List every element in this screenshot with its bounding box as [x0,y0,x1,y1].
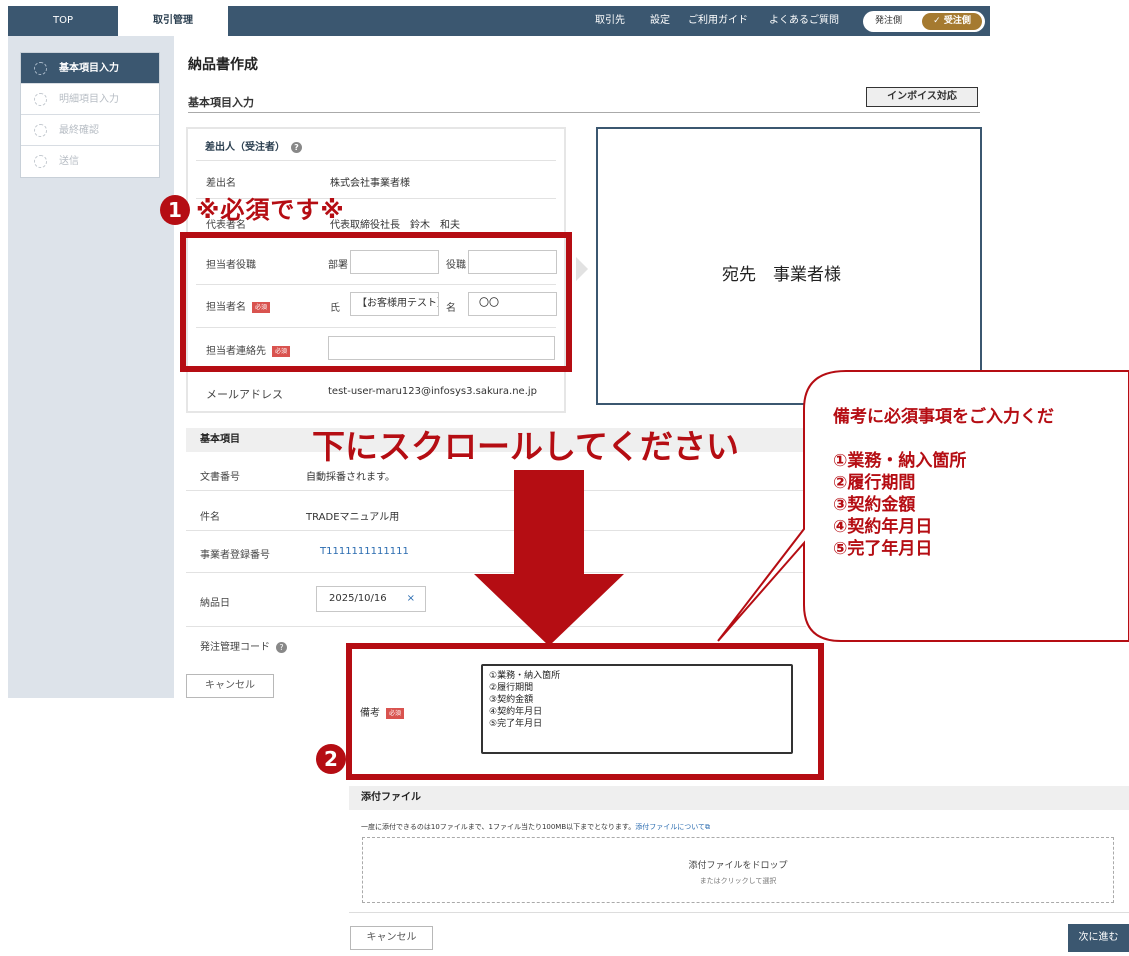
email-label: メールアドレス [206,388,283,401]
attachments-note: 一度に添付できるのは10ファイルまで、1ファイル当たり100MB以下までとなりま… [361,823,711,831]
delivery-date-label: 納品日 [200,598,230,609]
remarks-highlight [346,643,824,780]
section-divider [188,112,980,113]
external-link-icon: ⧉ [705,823,711,831]
dropzone-main-text: 添付ファイルをドロップ [688,861,788,871]
sender-heading: 差出人（受注者）? [205,138,302,153]
toggle-supplier[interactable]: ✓ 受注側 [922,13,982,30]
help-icon[interactable]: ? [276,641,287,653]
dropzone-sub-text: またはクリックして選択 [699,877,777,885]
callout-title: 備考に必須事項をご入力くだ [833,407,1054,427]
file-dropzone[interactable]: 添付ファイルをドロップ またはクリックして選択 [362,837,1114,903]
toggle-orderer[interactable]: 発注側 [875,11,902,32]
callout-item: ②履行期間 [833,473,916,493]
divider [349,912,1129,913]
invoice-badge: インボイス対応 [866,87,978,107]
required-note: ※必須です※ [196,196,345,224]
callout-item: ③契約金額 [833,495,916,515]
step-send: 送信 [21,146,159,177]
cancel-button-lower[interactable]: キャンセル [350,926,433,950]
scroll-note: 下にスクロールしてください [312,427,740,466]
step-list: 基本項目入力 明細項目入力 最終確認 送信 [20,52,160,178]
callout-item: ⑤完了年月日 [833,539,933,559]
doc-number-label: 文書番号 [200,472,240,483]
role-toggle[interactable]: 発注側 ✓ 受注側 [863,11,985,32]
required-fields-highlight [180,232,572,372]
nav-link-faq[interactable]: よくあるご質問 [769,6,839,36]
top-nav: TOP 取引管理 取引先 設定 ご利用ガイド よくあるご質問 発注側 ✓ 受注側 [8,6,990,36]
step-circle-icon [34,62,47,75]
recipient-text: 宛先 事業者様 [722,265,841,285]
cancel-button[interactable]: キャンセル [186,674,274,698]
page-title: 納品書作成 [188,57,258,73]
step-basic[interactable]: 基本項目入力 [21,53,159,84]
tab-transactions[interactable]: 取引管理 [118,6,228,36]
check-icon: ✓ [933,16,941,26]
divider [196,160,556,161]
delivery-date-input[interactable]: 2025/10/16 × [316,586,426,612]
next-button[interactable]: 次に進む [1068,924,1129,952]
registration-label: 事業者登録番号 [200,550,270,561]
subject-value: TRADEマニュアル用 [306,512,400,523]
nav-link-guide[interactable]: ご利用ガイド [688,6,748,36]
subject-label: 件名 [200,512,220,523]
attachments-help-link[interactable]: 添付ファイルについて⧉ [635,823,710,831]
down-arrow-icon [474,470,624,646]
step-circle-icon [34,155,47,168]
sender-name-label: 差出名 [206,178,236,189]
step-number-1: 1 [160,195,190,225]
nav-link-settings[interactable]: 設定 [650,6,670,36]
rep-value: 代表取締役社長 鈴木 和夫 [330,220,460,231]
step-circle-icon [34,93,47,106]
callout-text: 備考に必須事項をご入力くだ ①業務・納入箇所 ②履行期間 ③契約金額 ④契約年月… [833,406,1054,560]
step-circle-icon [34,124,47,137]
help-icon[interactable]: ? [291,141,302,153]
tab-top[interactable]: TOP [8,6,118,36]
section-title: 基本項目入力 [188,96,254,109]
step-number-2: 2 [316,744,346,774]
clear-icon[interactable]: × [407,587,415,611]
step-details: 明細項目入力 [21,84,159,115]
attachments-heading: 添付ファイル [349,786,1129,810]
email-value: test-user-maru123@infosys3.sakura.ne.jp [328,386,538,397]
arrow-right-icon [576,257,588,281]
registration-value[interactable]: T1111111111111 [320,546,409,557]
step-confirm: 最終確認 [21,115,159,146]
callout-item: ①業務・納入箇所 [833,451,967,471]
callout-item: ④契約年月日 [833,517,933,537]
sender-name-value: 株式会社事業者様 [330,178,410,189]
order-code-label: 発注管理コード? [200,638,287,653]
nav-link-partners[interactable]: 取引先 [595,6,625,36]
doc-number-value: 自動採番されます。 [306,472,395,483]
